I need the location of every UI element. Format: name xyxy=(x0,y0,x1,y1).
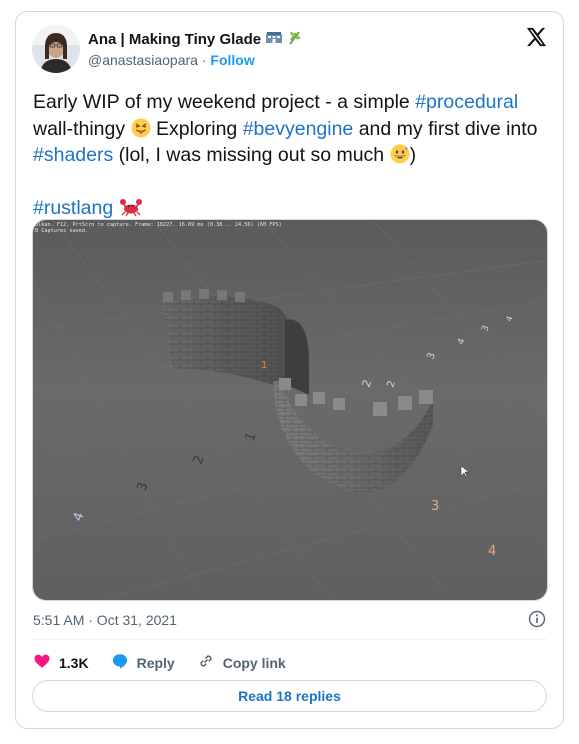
reply-label: Reply xyxy=(136,654,175,671)
grinning-sweat-emoji-icon xyxy=(390,144,410,166)
hashtag-rustlang[interactable]: #rustlang xyxy=(33,197,113,219)
follow-button[interactable]: Follow xyxy=(210,52,254,68)
crab-emoji-icon xyxy=(119,197,143,219)
tweet-text-part: and my first dive into xyxy=(353,117,538,140)
read-replies-label: Read 18 replies xyxy=(238,688,341,704)
herb-icon xyxy=(287,29,303,49)
like-button[interactable]: 1.3K xyxy=(33,652,89,673)
tweet-text-part: wall-thingy xyxy=(33,117,131,140)
tweet-text-part: Exploring xyxy=(150,117,243,140)
author-handle-row: @anastasiaopara · Follow xyxy=(88,52,255,68)
divider xyxy=(32,639,547,640)
author-handle[interactable]: @anastasiaopara xyxy=(88,52,198,68)
hashtag-shaders[interactable]: #shaders xyxy=(33,144,113,166)
author-name-row[interactable]: Ana | Making Tiny Glade xyxy=(88,29,303,49)
action-bar: 1.3K Reply Copy link xyxy=(33,652,308,673)
hashtag-procedural[interactable]: #procedural xyxy=(415,91,518,113)
tweet-text-part: Early WIP of my weekend project - a simp… xyxy=(33,91,416,113)
author-name[interactable]: Ana | Making Tiny Glade xyxy=(88,31,261,48)
tweet-timestamp[interactable]: 5:51 AM · Oct 31, 2021 xyxy=(33,612,177,628)
dot-separator: · xyxy=(201,52,207,68)
like-count: 1.3K xyxy=(59,654,89,671)
tweet-card: Ana | Making Tiny Glade @anastasiaopara … xyxy=(15,11,564,729)
floor-number: 1 xyxy=(261,360,267,371)
speech-bubble-icon xyxy=(111,652,129,673)
floor-number: 4 xyxy=(488,544,496,559)
copy-link-label: Copy link xyxy=(222,654,286,671)
link-icon xyxy=(197,652,215,673)
hotel-icon xyxy=(265,29,283,49)
debug-overlay-line2: 0 Captures saved. xyxy=(35,228,88,234)
tweet-text-part: (lol, I was missing out so much xyxy=(113,144,390,166)
tweet-media-video[interactable]: ulkan. F12, PrtScrn to capture. Frame: 1… xyxy=(32,219,548,601)
info-icon[interactable] xyxy=(528,610,546,628)
avatar[interactable] xyxy=(32,25,80,73)
x-logo-icon[interactable] xyxy=(525,26,547,48)
heart-icon xyxy=(33,652,51,673)
tweet-text: Early WIP of my weekend project - a simp… xyxy=(33,89,548,221)
floor-number: 3 xyxy=(431,499,439,514)
read-replies-button[interactable]: Read 18 replies xyxy=(32,680,547,712)
tweet-text-part: ) xyxy=(409,144,417,166)
copy-link-button[interactable]: Copy link xyxy=(197,652,286,673)
squinting-tongue-emoji-icon xyxy=(131,118,151,140)
hashtag-bevyengine[interactable]: #bevyengine xyxy=(243,118,354,140)
reply-button[interactable]: Reply xyxy=(111,652,175,673)
